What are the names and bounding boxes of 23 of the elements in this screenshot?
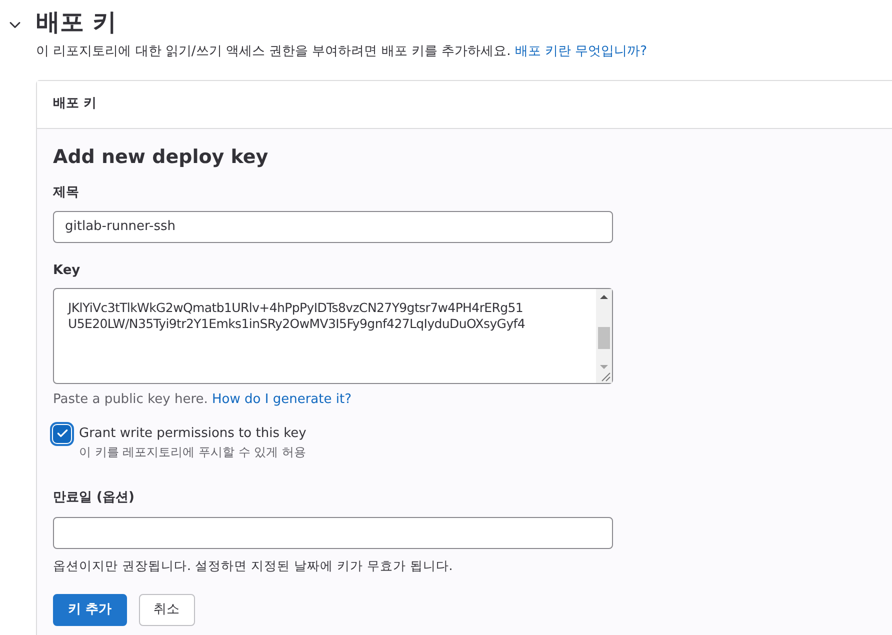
- form-title: Add new deploy key: [53, 144, 268, 170]
- add-key-button[interactable]: 키 추가: [53, 594, 127, 626]
- write-permission-label: Grant write permissions to this key: [79, 424, 306, 442]
- key-help-text: Paste a public key here.: [53, 392, 209, 407]
- key-label: Key: [53, 262, 80, 280]
- key-field[interactable]: JKlYiVc3tTlkWkG2wQmatb1URlv+4hPpPyIDTs8vzCN27Y9gtsr7w4PH4rERg51 U5E20LW/N35Tyi9tr2Y1Emks1inSRy2OwMV3I5Fy9gnf427LqIyduDuOXsyGyf4: [53, 288, 613, 384]
- cancel-button[interactable]: 취소: [138, 594, 195, 626]
- write-permission-hint: 이 키를 레포지토리에 푸시할 수 있게 허용: [79, 444, 306, 460]
- section-title: 배포 키: [36, 7, 116, 38]
- expiry-label: 만료일 (옵션): [53, 488, 134, 506]
- check-icon: [56, 427, 68, 440]
- scrollbar-drawing[interactable]: [596, 289, 612, 383]
- expiry-help-text: 옵션이지만 권장됩니다. 설정하면 지정된 날짜에 키가 무효가 됩니다.: [53, 557, 453, 575]
- generate-key-link[interactable]: How do I generate it?: [212, 392, 352, 407]
- title-label: 제목: [53, 184, 79, 202]
- key-text-line: JKlYiVc3tTlkWkG2wQmatb1URlv+4hPpPyIDTs8vzCN27Y9gtsr7w4PH4rERg51: [68, 300, 524, 316]
- section-description: 이 리포지토리에 대한 읽기/쓰기 액세스 권한을 부여하려면 배포 키를 추가하세요.: [36, 44, 512, 59]
- expiry-date-field[interactable]: [53, 517, 613, 549]
- title-field[interactable]: gitlab-runner-ssh: [53, 210, 613, 242]
- card-header: 배포 키: [53, 95, 97, 114]
- help-link[interactable]: 배포 키란 무엇입니까?: [514, 44, 648, 59]
- key-text-line: U5E20LW/N35Tyi9tr2Y1Emks1inSRy2OwMV3I5Fy9gnf427LqIyduDuOXsyGyf4: [68, 316, 526, 332]
- write-permission-checkbox[interactable]: [53, 424, 71, 442]
